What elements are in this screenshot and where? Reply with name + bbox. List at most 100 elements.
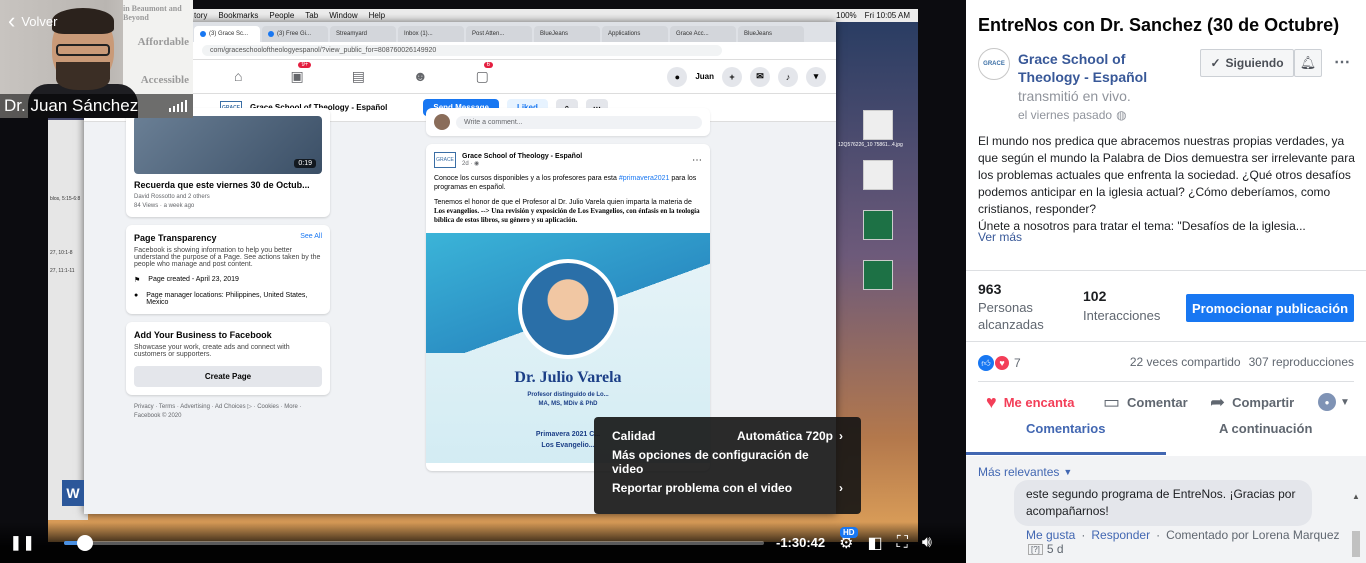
comment-button[interactable]: ▭ Comentar bbox=[1103, 392, 1188, 413]
report-problem-menu-item[interactable]: Reportar problema con el video › bbox=[594, 475, 861, 501]
create-page-button[interactable]: Create Page bbox=[134, 366, 322, 387]
pause-button[interactable]: ❚❚ bbox=[10, 534, 34, 551]
progress-bar[interactable] bbox=[64, 534, 764, 551]
doc-line: blos, 5:15-6:8 bbox=[50, 196, 81, 202]
address-bar[interactable]: com/graceschooloftheologyespanol/?view_p… bbox=[84, 42, 836, 60]
reply-link[interactable]: Responder bbox=[1091, 528, 1150, 542]
share-as-selector[interactable]: ● ▼ bbox=[1318, 393, 1350, 411]
browser-tab[interactable]: Post Atten... bbox=[466, 26, 532, 42]
share-button[interactable]: ➦ Compartir bbox=[1210, 392, 1294, 413]
comment-composer[interactable]: Write a comment... bbox=[426, 108, 710, 136]
locations-row: ● Page manager locations: Philippines, Un… bbox=[134, 292, 308, 306]
more-settings-label: Más opciones de configuración de video bbox=[612, 448, 809, 476]
video-thumbnail[interactable]: 0:19 bbox=[134, 116, 322, 174]
time-link[interactable]: el viernes pasado bbox=[1018, 108, 1112, 122]
browser-tab[interactable]: Grace Acc... bbox=[670, 26, 736, 42]
love-label: Me encanta bbox=[1003, 395, 1075, 410]
browser-tab[interactable]: Streamyard bbox=[330, 26, 396, 42]
post-author[interactable]: Grace School of Theology - Español bbox=[462, 153, 582, 160]
back-button[interactable]: ‹ Volver bbox=[8, 8, 57, 33]
post-time: el viernes pasado ◍ bbox=[1018, 108, 1127, 122]
see-more-link[interactable]: Ver más bbox=[978, 230, 1022, 244]
excel-file-icon[interactable] bbox=[863, 210, 893, 240]
gaming-icon[interactable]: ▢ 6 bbox=[476, 62, 494, 85]
mac-menubar: tory Bookmarks People Tab Window Help 10… bbox=[186, 9, 918, 22]
scroll-up-icon[interactable]: ▲ bbox=[1352, 492, 1362, 501]
video-player[interactable]: tory Bookmarks People Tab Window Help 10… bbox=[0, 0, 966, 563]
url-text[interactable]: com/graceschooloftheologyespanol/?view_p… bbox=[202, 45, 722, 56]
share-label: Compartir bbox=[1232, 395, 1295, 410]
tab-up-next[interactable]: A continuación bbox=[1219, 421, 1312, 436]
tab-comments[interactable]: Comentarios bbox=[1026, 421, 1105, 436]
scroll-thumb[interactable] bbox=[1352, 531, 1360, 557]
reactions-count: 7 bbox=[1014, 356, 1021, 370]
comment-label: Comentar bbox=[1127, 395, 1188, 410]
bell-icon[interactable]: 🔔︎ bbox=[1294, 49, 1322, 77]
comments-scrollbar[interactable]: ▲ bbox=[1352, 492, 1362, 557]
desktop-left-document: blos, 5:15-6:8 27, 10:1-8 27, 11:1-11 bbox=[48, 120, 88, 520]
reactions-summary[interactable]: 👍︎ ♥ 7 bbox=[978, 355, 1021, 371]
chevron-left-icon: ‹ bbox=[8, 8, 16, 33]
miniplayer-icon[interactable]: ◧ bbox=[867, 533, 882, 553]
image-file-icon[interactable] bbox=[863, 110, 893, 140]
see-all-link[interactable]: See All bbox=[300, 233, 322, 243]
more-icon[interactable]: ⋯ bbox=[692, 155, 702, 166]
volume-icon[interactable]: 🔊︎ bbox=[922, 534, 932, 552]
wall-text: Affordable bbox=[137, 36, 189, 48]
presenter-hair bbox=[52, 8, 114, 34]
more-settings-menu-item[interactable]: Más opciones de configuración de video bbox=[594, 448, 861, 476]
avatar: ● bbox=[1318, 393, 1336, 411]
views-count: 307 reproducciones bbox=[1248, 355, 1354, 369]
progress-knob[interactable] bbox=[77, 534, 93, 551]
browser-tab[interactable]: BlueJeans bbox=[738, 26, 804, 42]
facebook-footer[interactable]: Privacy · Terms · Advertising · Ad Choic… bbox=[126, 403, 330, 421]
messenger-icon[interactable]: ✉ bbox=[750, 66, 770, 87]
groups-icon[interactable]: ☻ bbox=[413, 68, 428, 85]
active-tab-indicator bbox=[966, 452, 1166, 455]
share-view-counts: 22 veces compartido 307 reproducciones bbox=[1130, 355, 1354, 369]
video-title[interactable]: Recuerda que este viernes 30 de Octub... bbox=[134, 180, 322, 190]
file-label: 12Q576226_10 75861...4.jpg bbox=[838, 142, 903, 148]
browser-tab[interactable]: (3) Grace Sc... bbox=[194, 26, 260, 42]
image-file-icon[interactable] bbox=[863, 160, 893, 190]
love-reaction-icon: ♥ bbox=[994, 355, 1010, 371]
report-chevron-group: › bbox=[839, 481, 843, 495]
plus-icon[interactable]: + bbox=[722, 66, 742, 87]
comment-input[interactable]: Write a comment... bbox=[456, 115, 702, 129]
browser-tab[interactable]: Inbox (1)... bbox=[398, 26, 464, 42]
chevron-down-icon[interactable]: ▾ bbox=[806, 66, 826, 87]
notification-badge: 9+ bbox=[298, 62, 312, 68]
user-name[interactable]: Juan bbox=[695, 72, 714, 81]
people-reached-count: 963 bbox=[978, 281, 1002, 297]
quality-menu-item[interactable]: Calidad Automática 720p › bbox=[594, 423, 861, 449]
love-button[interactable]: ♥ Me encanta bbox=[986, 392, 1075, 413]
browser-tab[interactable]: Applications bbox=[602, 26, 668, 42]
post-description: El mundo nos predica que abracemos nuest… bbox=[978, 134, 1355, 233]
shares-count[interactable]: 22 veces compartido bbox=[1130, 355, 1241, 369]
page-avatar[interactable]: GRACE bbox=[978, 48, 1010, 80]
video-card[interactable]: 0:19 Recuerda que este viernes 30 de Oct… bbox=[126, 108, 330, 217]
bell-icon[interactable]: ♪ bbox=[778, 66, 798, 87]
promote-post-button[interactable]: Promocionar publicación bbox=[1186, 294, 1354, 322]
facebook-topbar: ook ⌂ ▣9+ ▤ ☻ ▢6 ● Juan + ✉ ♪ ▾ bbox=[84, 60, 836, 94]
like-comment-link[interactable]: Me gusta bbox=[1026, 528, 1075, 542]
notification-badge: 6 bbox=[483, 62, 494, 68]
transparency-body: Facebook is showing information to help … bbox=[134, 247, 321, 268]
browser-tab[interactable]: BlueJeans bbox=[534, 26, 600, 42]
marketplace-icon[interactable]: ▤ bbox=[352, 68, 365, 85]
excel-file-icon[interactable] bbox=[863, 260, 893, 290]
post-text: Conoce los cursos disponibles y a los pr… bbox=[434, 175, 697, 191]
more-options-icon[interactable]: ⋯ bbox=[1334, 52, 1351, 72]
home-icon[interactable]: ⌂ bbox=[234, 68, 242, 85]
fullscreen-icon[interactable]: ⛶ bbox=[897, 534, 908, 552]
sort-comments-dropdown[interactable]: Más relevantes ▼ bbox=[978, 465, 1072, 479]
hashtag-link[interactable]: #primavera2021 bbox=[619, 175, 670, 182]
watch-icon[interactable]: ▣ 9+ bbox=[290, 62, 312, 85]
browser-tab[interactable]: (3) Free Gi... bbox=[262, 26, 328, 42]
menubar-item: People bbox=[269, 11, 295, 20]
word-file-icon[interactable]: W bbox=[62, 480, 84, 506]
page-name-link[interactable]: Grace School of Theology - Español bbox=[1018, 50, 1188, 86]
quality-value-group: Automática 720p › bbox=[737, 429, 843, 443]
avatar[interactable]: ● bbox=[667, 66, 688, 87]
following-button[interactable]: ✓ Siguiendo bbox=[1200, 49, 1294, 77]
